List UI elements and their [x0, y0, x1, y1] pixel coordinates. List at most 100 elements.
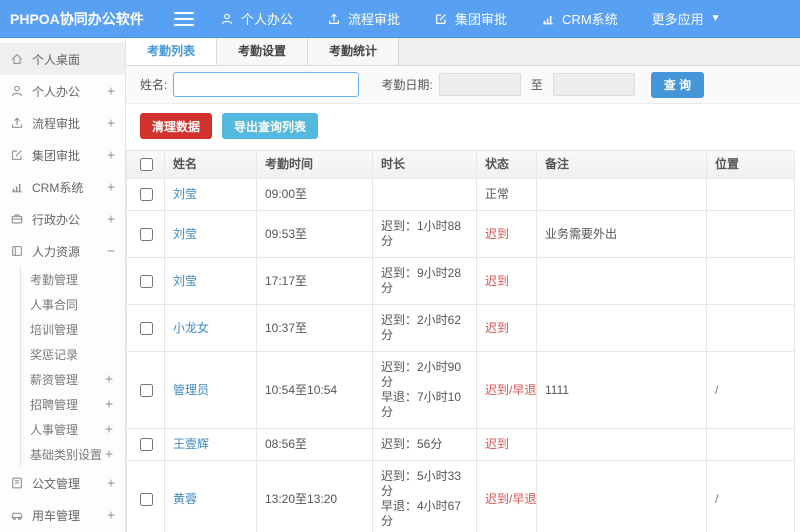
- table-row: 王壹辉 08:56至 迟到：56分 迟到: [126, 428, 795, 461]
- sidebar-item-label: 流程审批: [32, 116, 81, 131]
- sidebar-subitem-label: 招聘管理: [30, 398, 79, 412]
- row-checkbox[interactable]: [139, 188, 153, 201]
- nav-group-approval[interactable]: 集团审批: [434, 9, 507, 28]
- employee-name-link[interactable]: 小龙女: [173, 321, 209, 335]
- sidebar-subitem-label: 薪资管理: [30, 373, 79, 387]
- export-list-button[interactable]: 导出查询列表: [222, 113, 319, 139]
- expand-indicator: +: [107, 83, 115, 99]
- attendance-time-cell: 09:00至: [256, 178, 373, 211]
- col-location: 位置: [706, 150, 795, 179]
- nav-crm-system[interactable]: CRM系统: [541, 9, 618, 28]
- sidebar-item-crm-system[interactable]: CRM系统 +: [0, 171, 125, 203]
- search-button[interactable]: 查 询: [650, 71, 705, 98]
- note-cell: 1111: [536, 351, 707, 429]
- sidebar-item-label: CRM系统: [32, 180, 84, 195]
- sidebar-item-group-approval[interactable]: 集团审批 +: [0, 139, 125, 171]
- status-cell: 迟到: [476, 304, 537, 352]
- status-cell: 迟到: [476, 257, 537, 305]
- sidebar-item-human-resources[interactable]: 人力资源 −: [0, 235, 125, 267]
- location-cell: [706, 210, 795, 258]
- sidebar-subitem-recruitment-management[interactable]: 招聘管理 +: [21, 392, 125, 417]
- sidebar-item-vehicle-management[interactable]: 用车管理 +: [0, 499, 125, 531]
- row-checkbox[interactable]: [139, 321, 153, 335]
- sidebar-item-label: 个人办公: [32, 84, 81, 99]
- expand-indicator: +: [107, 211, 115, 227]
- sidebar-subitem-label: 考勤管理: [30, 273, 79, 287]
- note-cell: 业务需要外出: [536, 210, 707, 258]
- attendance-date-label: 考勤日期:: [381, 78, 433, 92]
- sidebar-subitem-reward-punishment-records[interactable]: 奖惩记录: [21, 342, 125, 367]
- sidebar-subitem-salary-management[interactable]: 薪资管理 +: [21, 367, 125, 392]
- status-cell: 迟到: [476, 210, 537, 258]
- sidebar-subitem-label: 基础类别设置: [30, 448, 103, 462]
- row-checkbox[interactable]: [139, 274, 153, 288]
- location-cell: [706, 304, 795, 352]
- employee-name-link[interactable]: 刘莹: [173, 187, 197, 201]
- note-cell: [536, 178, 707, 211]
- sidebar-subitem-personnel-contract[interactable]: 人事合同: [21, 292, 125, 317]
- clean-data-button[interactable]: 清理数据: [140, 113, 213, 139]
- tab-bar: 考勤列表 考勤设置 考勤统计: [126, 38, 800, 66]
- sidebar-subitem-personnel-management[interactable]: 人事管理 +: [21, 417, 125, 442]
- sidebar: 个人桌面 个人办公 + 流程审批 + 集团审批 + CRM系统 + 行政办公 +: [0, 38, 126, 532]
- nav-workflow-approval[interactable]: 流程审批: [327, 9, 400, 28]
- sidebar-subitem-training-management[interactable]: 培训管理: [21, 317, 125, 342]
- sidebar-item-personal-office[interactable]: 个人办公 +: [0, 75, 125, 107]
- duration-cell: 迟到：2小时62分: [372, 304, 477, 352]
- sidebar-item-admin-office[interactable]: 行政办公 +: [0, 203, 125, 235]
- employee-name-link[interactable]: 刘莹: [173, 274, 197, 288]
- sidebar-subitem-attendance-management[interactable]: 考勤管理: [21, 267, 125, 292]
- tab-attendance-statistics[interactable]: 考勤统计: [308, 38, 400, 65]
- top-nav: 个人办公 流程审批 集团审批 CRM系统 更多应用 ▼: [220, 9, 721, 28]
- content-area: 考勤列表 考勤设置 考勤统计 姓名: 考勤日期: 至 查 询 清理数据 导出查询…: [126, 38, 800, 532]
- sidebar-item-workflow-approval[interactable]: 流程审批 +: [0, 107, 125, 139]
- book-icon: [12, 246, 22, 256]
- sidebar-subitem-label: 人事合同: [30, 298, 79, 312]
- employee-name-link[interactable]: 刘莹: [173, 227, 197, 241]
- sidebar-item-label: 公文管理: [32, 476, 81, 491]
- row-checkbox[interactable]: [139, 492, 153, 506]
- attendance-table-wrap: 姓名 考勤时间 时长 状态 备注 位置 刘莹 09:00至 正常 刘莹 09:5…: [126, 150, 800, 532]
- sidebar-subitem-basic-category-settings[interactable]: 基础类别设置 +: [21, 442, 125, 467]
- name-input[interactable]: [173, 72, 360, 97]
- sidebar-subitem-label: 培训管理: [30, 323, 79, 337]
- date-end-input[interactable]: [552, 73, 635, 96]
- row-checkbox[interactable]: [139, 227, 153, 241]
- user-icon: [11, 85, 23, 96]
- user-icon: [221, 13, 233, 24]
- edit-icon: [436, 13, 446, 24]
- app-logo[interactable]: PHPOA协同办公软件: [0, 9, 168, 29]
- sidebar-item-personal-desktop[interactable]: 个人桌面: [0, 43, 125, 75]
- select-all-checkbox[interactable]: [139, 158, 153, 171]
- expand-indicator: +: [105, 397, 113, 412]
- attendance-time-cell: 10:54至10:54: [256, 351, 373, 429]
- sidebar-item-document-management[interactable]: 公文管理 +: [0, 467, 125, 499]
- chart-icon: [543, 15, 553, 24]
- nav-personal-office[interactable]: 个人办公: [220, 9, 293, 28]
- table-row: 黄蓉 13:20至13:20 迟到：5小时33分 早退：4小时67分 迟到/早退 …: [126, 460, 795, 532]
- employee-name-link[interactable]: 王壹辉: [173, 437, 209, 451]
- location-cell: [706, 178, 795, 211]
- date-start-input[interactable]: [438, 73, 521, 96]
- menu-toggle-icon[interactable]: [174, 11, 194, 26]
- note-cell: [536, 460, 707, 532]
- employee-name-link[interactable]: 管理员: [173, 383, 209, 397]
- collapse-indicator: −: [107, 243, 115, 259]
- status-cell: 迟到/早退: [476, 351, 537, 429]
- expand-indicator: +: [107, 475, 115, 491]
- nav-more-apps[interactable]: 更多应用 ▼: [652, 9, 721, 28]
- tab-attendance-list[interactable]: 考勤列表: [126, 38, 218, 65]
- filter-bar: 姓名: 考勤日期: 至 查 询: [126, 66, 800, 104]
- tab-attendance-settings[interactable]: 考勤设置: [217, 38, 309, 65]
- expand-indicator: +: [105, 447, 113, 462]
- row-checkbox[interactable]: [139, 383, 153, 397]
- status-cell: 迟到: [476, 428, 537, 461]
- row-checkbox[interactable]: [139, 438, 153, 451]
- edit-icon: [12, 150, 22, 160]
- employee-name-link[interactable]: 黄蓉: [173, 492, 197, 506]
- status-cell: 正常: [476, 178, 537, 211]
- sidebar-submenu-hr: 考勤管理 人事合同 培训管理 奖惩记录 薪资管理 + 招聘管理 + 人事管理 +…: [20, 267, 125, 467]
- col-note: 备注: [536, 150, 707, 179]
- sidebar-item-label: 集团审批: [32, 148, 81, 163]
- document-icon: [12, 477, 22, 489]
